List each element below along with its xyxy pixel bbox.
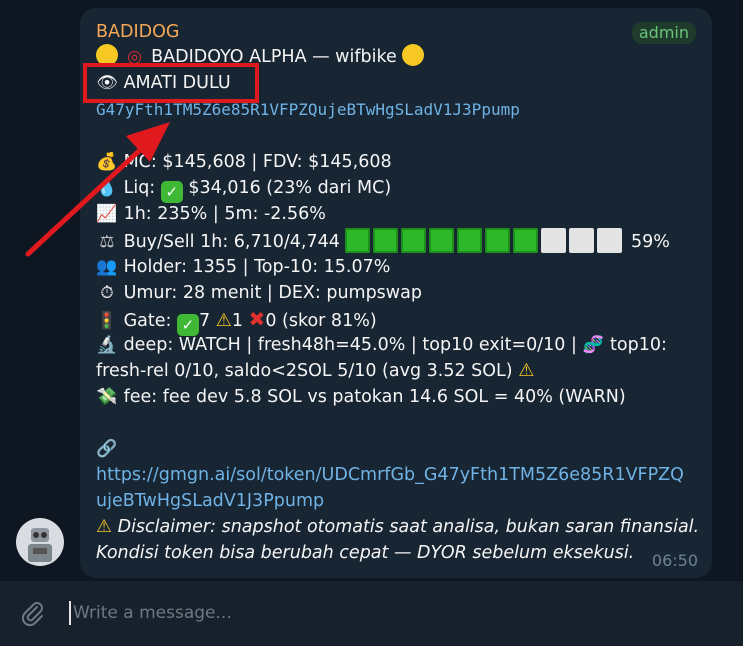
people-icon: 👥 (96, 257, 118, 277)
cross-icon: ✖ (248, 307, 266, 331)
mc-text: MC: $145,608 | FDV: $145,608 (123, 152, 392, 172)
scales-icon: ⚖ (99, 232, 115, 252)
ratio-segment (597, 228, 623, 253)
chart-up-icon: 📈 (96, 204, 118, 224)
fee-text: fee: fee dev 5.8 SOL vs patokan 14.6 SOL… (123, 387, 626, 407)
warning-icon: ⚠ (96, 516, 113, 537)
deep-tail: top10: (610, 335, 667, 355)
message-composer: Write a message... (0, 581, 743, 646)
deep-line: 🔬 deep: WATCH | fresh48h=45.0% | top10 e… (96, 332, 667, 358)
money-wings-icon: 💸 (96, 387, 118, 407)
microscope-icon: 🔬 (96, 335, 118, 355)
buy-ratio-text: 59% (631, 232, 670, 252)
gate-warn: 1 (231, 311, 243, 331)
text-caret (69, 601, 71, 625)
holder-text: Holder: 1355 | Top-10: 15.07% (123, 257, 391, 277)
disclaimer-line-2: Kondisi token bisa berubah cepat — DYOR … (96, 543, 635, 563)
ratio-segment (457, 228, 483, 253)
ratio-segment (373, 228, 399, 253)
disclaimer-text-1: Disclaimer: snapshot otomatis saat anali… (117, 517, 700, 537)
check-icon: ✓ (160, 181, 183, 203)
buy-ratio-bar (345, 228, 625, 253)
liq-label: Liq: (123, 178, 156, 198)
disclaimer-line-1: ⚠ Disclaimer: snapshot otomatis saat ana… (96, 514, 699, 540)
avatar[interactable] (16, 518, 64, 566)
warning-icon: ⚠ (518, 360, 535, 381)
age-text: Umur: 28 menit | DEX: pumpswap (123, 283, 422, 303)
stopwatch-icon: ⏱ (100, 283, 114, 303)
change-text: 1h: 235% | 5m: -2.56% (123, 204, 326, 224)
paperclip-icon[interactable] (18, 599, 46, 627)
buysell-text: Buy/Sell 1h: 6,710/4,744 (123, 232, 340, 252)
ratio-segment (513, 228, 539, 253)
ratio-segment (569, 228, 595, 253)
buysell-line: ⚖ Buy/Sell 1h: 6,710/4,744 59% (96, 228, 670, 255)
ratio-segment (401, 228, 427, 253)
gate-fail: 0 (skor 81%) (265, 311, 377, 331)
admin-badge: admin (631, 22, 696, 44)
link-icon: 🔗 (96, 439, 118, 459)
warning-icon: ⚠ (215, 310, 232, 331)
liq-value: $34,016 (23% dari MC) (188, 178, 392, 198)
mc-line: 💰 MC: $145,608 | FDV: $145,608 (96, 149, 392, 175)
token-url-2[interactable]: ujeBTwHgSLadV1J3Ppump (96, 488, 324, 514)
ratio-segment (345, 228, 371, 253)
sender-name[interactable]: BADIDOG (96, 20, 696, 44)
message-time: 06:50 (651, 551, 698, 570)
age-line: ⏱ Umur: 28 menit | DEX: pumpswap (96, 280, 422, 306)
holder-line: 👥 Holder: 1355 | Top-10: 15.07% (96, 254, 390, 280)
droplet-icon: 💧 (96, 178, 118, 198)
message-input[interactable]: Write a message... (73, 600, 232, 626)
liq-line: 💧 Liq: ✓ $34,016 (23% dari MC) (96, 175, 391, 203)
deep-line-2: fresh-rel 0/10, saldo<2SOL 5/10 (avg 3.5… (96, 358, 534, 384)
change-line: 📈 1h: 235% | 5m: -2.56% (96, 201, 326, 227)
fee-line: 💸 fee: fee dev 5.8 SOL vs patokan 14.6 S… (96, 384, 626, 410)
dna-icon: 🧬 (582, 335, 605, 355)
link-icon-line: 🔗 (96, 436, 118, 462)
gate-pass: 7 (198, 311, 211, 331)
token-url-1[interactable]: https://gmgn.ai/sol/token/UDCmrfGb_G47yF… (96, 462, 684, 488)
traffic-light-icon: 🚦 (96, 311, 118, 331)
yellow-circle-icon (402, 44, 425, 66)
gate-label: Gate: (123, 311, 172, 331)
ratio-segment (429, 228, 455, 253)
ratio-segment (541, 228, 567, 253)
deep-text: deep: WATCH | fresh48h=45.0% | top10 exi… (123, 335, 577, 355)
deep-text-2: fresh-rel 0/10, saldo<2SOL 5/10 (avg 3.5… (96, 361, 513, 381)
highlight-box (83, 63, 259, 103)
ratio-segment (485, 228, 511, 253)
money-bag-icon: 💰 (96, 152, 118, 172)
